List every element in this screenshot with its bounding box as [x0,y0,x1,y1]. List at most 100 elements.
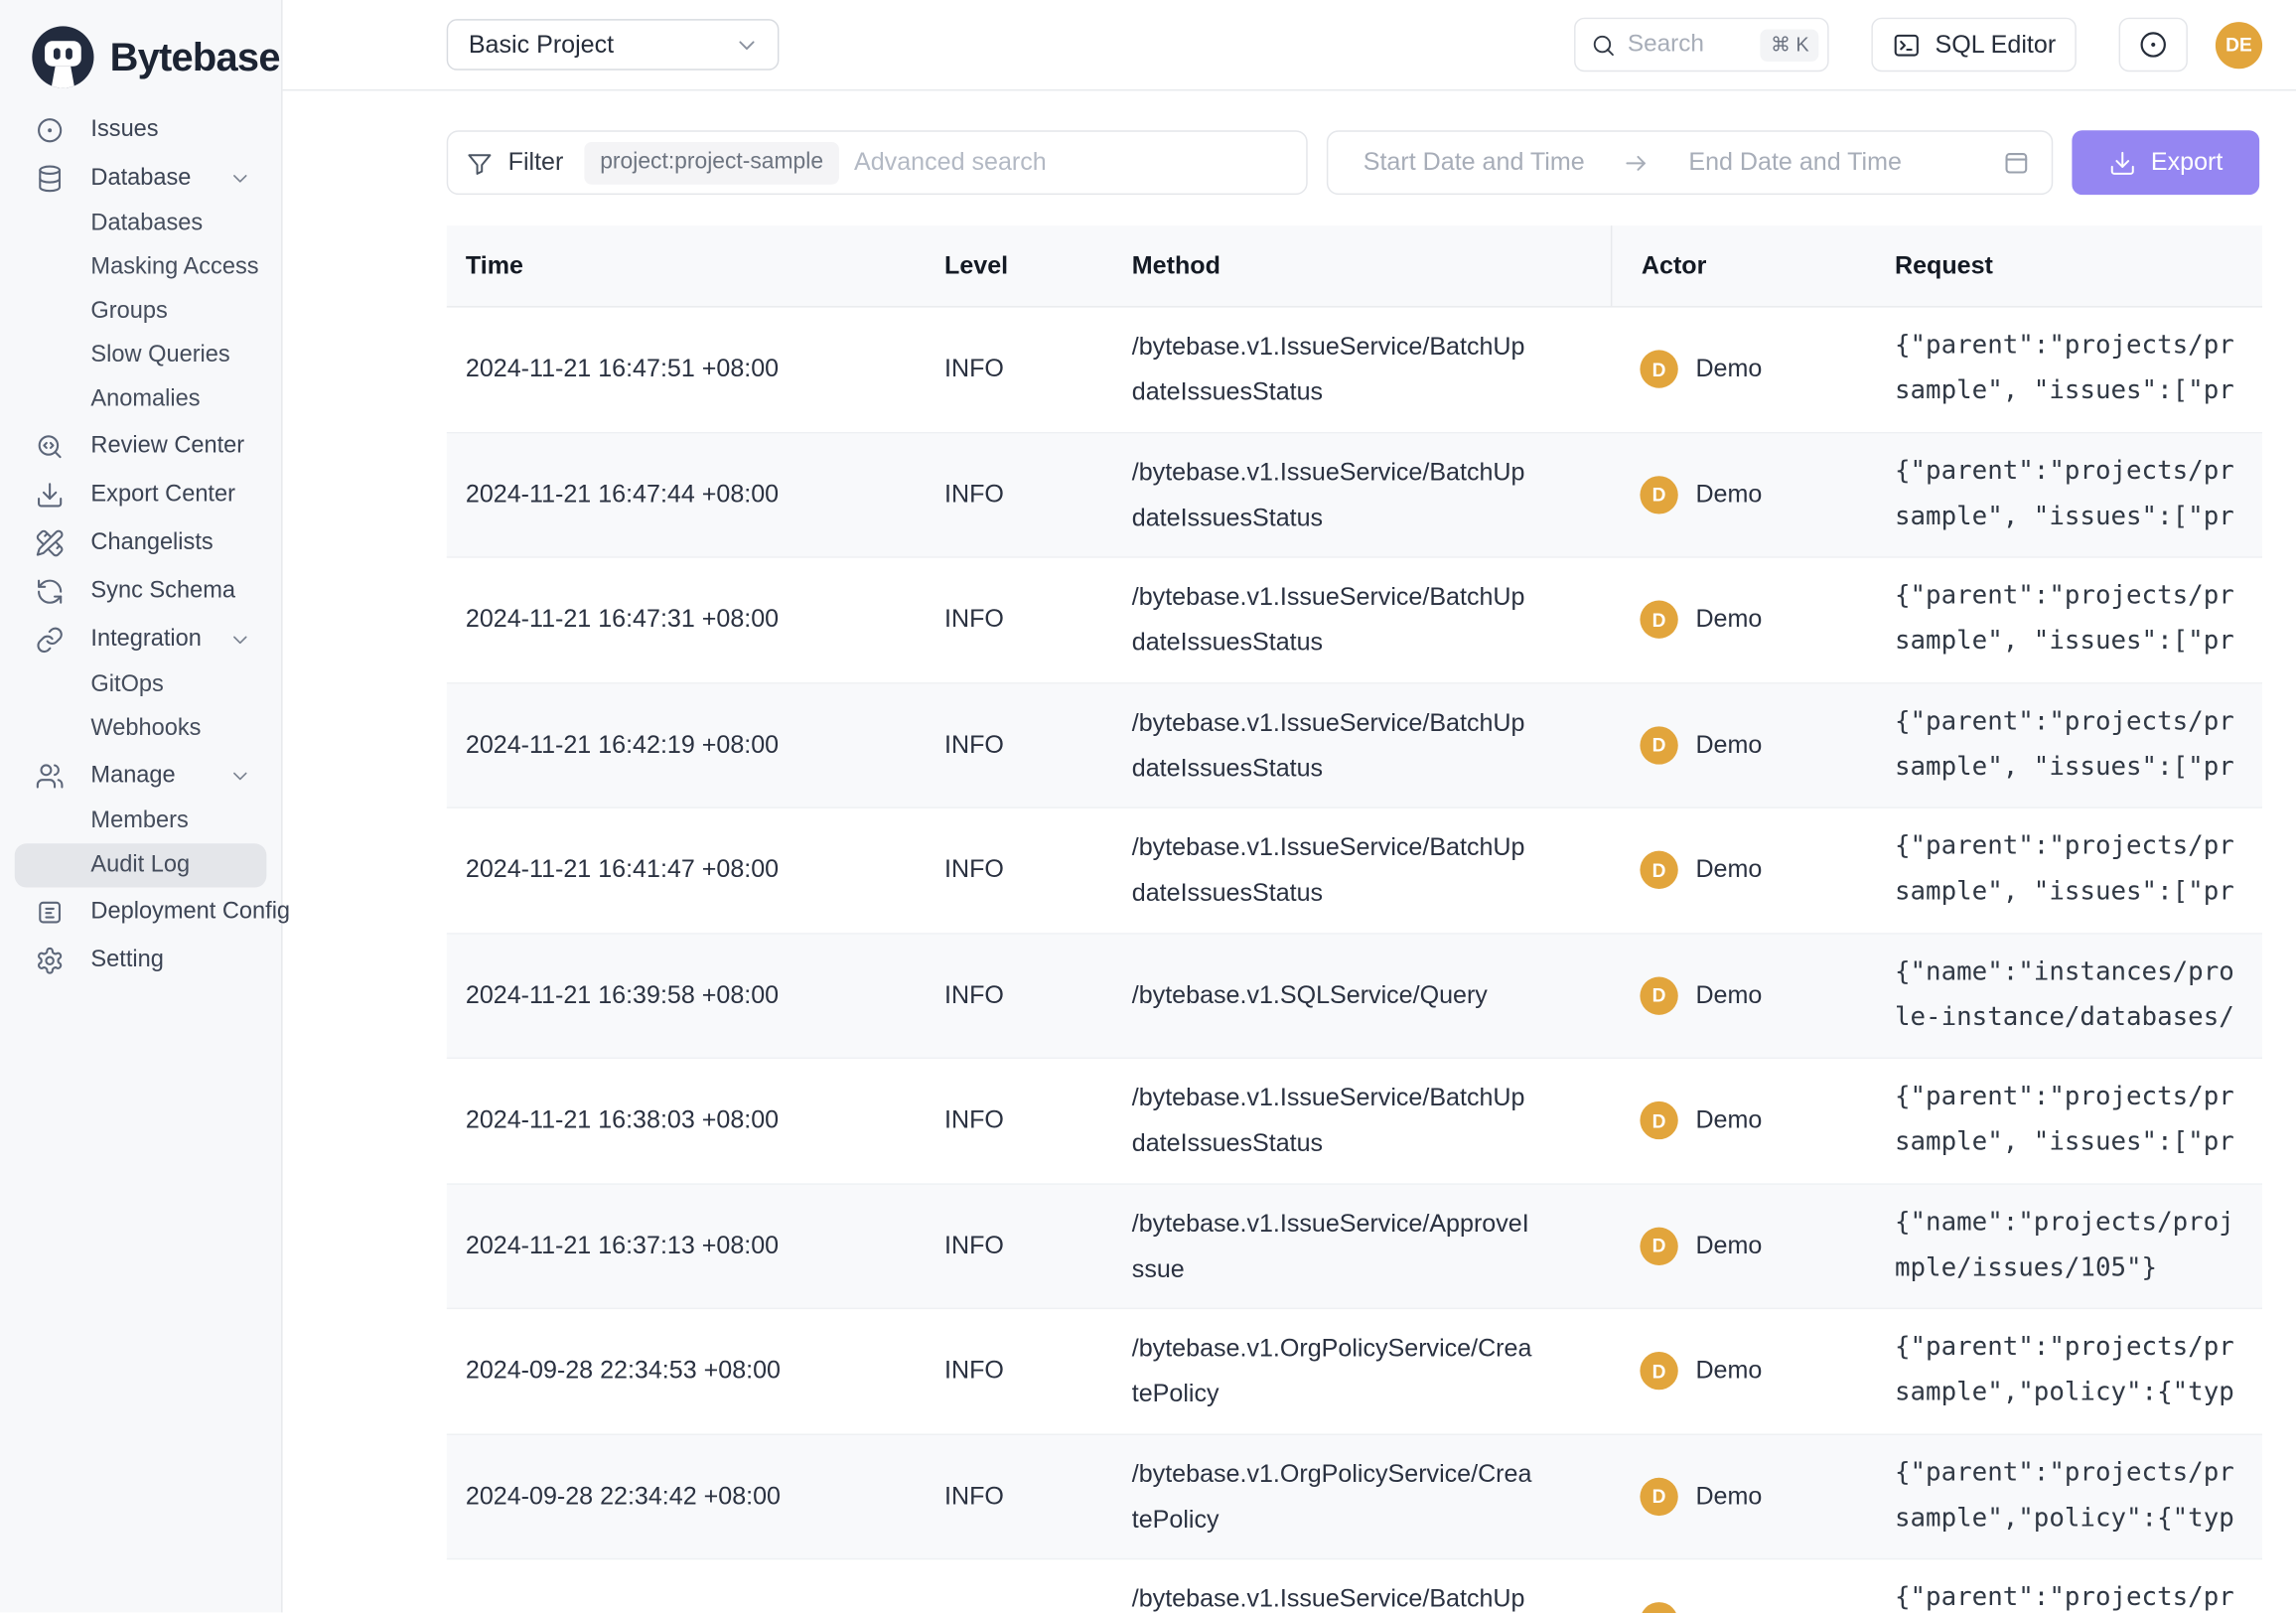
method-cell: /bytebase.v1.IssueService/BatchUpdateIss… [1132,558,1611,682]
end-date-placeholder: End Date and Time [1688,148,1902,177]
sidebar-item-label: Changelists [90,529,213,556]
level-cell: INFO [944,683,1132,807]
table-row[interactable]: /bytebase.v1.IssueService/BatchUpdateIss… [447,1559,2262,1613]
sidebar-item-groups[interactable]: Groups [0,290,281,334]
request-line: {"parent":"projects/pr [1895,574,2234,620]
actor-avatar: D [1640,851,1677,889]
time-value: 2024-11-21 16:47:44 +08:00 [466,480,779,509]
table-row[interactable]: 2024-11-21 16:42:19 +08:00INFO/bytebase.… [447,683,2262,808]
time-value: 2024-11-21 16:38:03 +08:00 [466,1106,779,1135]
table-row[interactable]: 2024-09-28 22:34:42 +08:00INFO/bytebase.… [447,1434,2262,1559]
table-row[interactable]: 2024-11-21 16:47:44 +08:00 INFO/bytebase.… [447,433,2262,558]
column-header-level: Level [944,225,1132,306]
time-value: 2024-11-21 16:47:51 +08:00 [466,355,779,383]
filter-row: Filter project:project-sample Advanced s… [283,90,2296,195]
actor-name: Demo [1695,1106,1762,1135]
sidebar-item-slow-queries[interactable]: Slow Queries [0,334,281,377]
sidebar-item-manage[interactable]: Manage [0,751,281,800]
sidebar-item-export-center[interactable]: Export Center [0,470,281,518]
advanced-search-input[interactable]: Filter project:project-sample Advanced s… [447,130,1308,195]
level-cell: INFO [944,433,1132,557]
table-row[interactable]: 2024-11-21 16:41:47 +08:00INFO/bytebase.… [447,808,2262,934]
table-row[interactable]: 2024-11-21 16:47:51 +08:00INFO/bytebase.… [447,308,2262,433]
project-selector-value: Basic Project [469,30,734,59]
request-line: {"parent":"projects/pr [1895,699,2234,745]
time-value: 2024-11-21 16:47:31 +08:00 [466,605,779,634]
time-cell: 2024-09-28 22:34:53 +08:00 [447,1309,944,1433]
sidebar-item-anomalies[interactable]: Anomalies [0,377,281,421]
level-badge: INFO [944,605,1004,634]
circle-dot-icon-button[interactable] [2119,18,2188,73]
request-cell: {"name":"instances/prole-instance/databa… [1895,934,2262,1058]
request-cell: {"parent":"projects/prsample", "issues":… [1895,683,2262,807]
method-value: /bytebase.v1.IssueService/BatchUpdateIss… [1132,324,1534,414]
sidebar-item-gitops[interactable]: GitOps [0,663,281,707]
link-icon [35,625,64,654]
sidebar-item-databases[interactable]: Databases [0,202,281,245]
brand-name: Bytebase [110,35,280,80]
method-cell: /bytebase.v1.IssueService/BatchUpdateIss… [1132,433,1611,557]
sidebar-item-integration[interactable]: Integration [0,615,281,663]
request-line: {"parent":"projects/pr [1895,1326,2234,1372]
refresh-icon [35,576,64,605]
sidebar-item-members[interactable]: Members [0,800,281,843]
sidebar-item-audit-log[interactable]: Audit Log [15,843,267,887]
bytebase-logo[interactable]: Bytebase [0,0,281,102]
method-value: /bytebase.v1.IssueService/BatchUpdateIss… [1132,1076,1534,1166]
sidebar-item-label: Setting [90,947,163,973]
sidebar-item-review-center[interactable]: Review Center [0,422,281,471]
main-area: Basic Project Search ⌘ K SQL Editor DE [283,0,2296,1612]
sidebar: Bytebase IssuesDatabaseDatabasesMasking … [0,0,283,1612]
actor-name: Demo [1695,1232,1762,1260]
request-cell: {"name":"projects/projmple/issues/105"} [1895,1184,2262,1308]
export-label: Export [2151,148,2223,177]
sidebar-item-masking-access[interactable]: Masking Access [0,246,281,290]
actor-cell: DDemo [1611,934,1895,1058]
export-button[interactable]: Export [2072,130,2259,195]
search-input[interactable]: Search ⌘ K [1575,18,1830,73]
filter-tag-chip[interactable]: project:project-sample [584,141,839,184]
actor-avatar: D [1640,1101,1677,1139]
table-row[interactable]: 2024-09-28 22:34:53 +08:00INFO/bytebase.… [447,1309,2262,1434]
sidebar-nav: IssuesDatabaseDatabasesMasking Access Gro… [0,102,281,984]
sidebar-item-issues[interactable]: Issues [0,105,281,154]
method-value: /bytebase.v1.IssueService/ApproveIssue [1132,1201,1534,1291]
time-cell: 2024-11-21 16:47:51 +08:00 [447,308,944,432]
sidebar-item-deployment-config[interactable]: Deployment Config [0,888,281,937]
level-cell: INFO [944,1434,1132,1558]
chevron-down-icon [734,32,761,59]
user-avatar[interactable]: DE [2216,21,2262,68]
download-icon [2108,149,2136,177]
request-cell: {"parent":"projects/prsample", "issues":… [1895,433,2262,557]
request-line: sample", "issues":["pr [1895,870,2234,916]
sidebar-item-label: Groups [90,299,167,326]
sidebar-item-label: Audit Log [90,852,190,879]
target-icon [35,115,64,144]
time-value: 2024-11-21 16:41:47 +08:00 [466,855,779,884]
request-line: sample","policy":{"typ [1895,1371,2234,1416]
table-row[interactable]: 2024-11-21 16:38:03 +08:00INFO/bytebase.… [447,1059,2262,1184]
table-row[interactable]: 2024-11-21 16:39:58 +08:00INFO/bytebase.… [447,934,2262,1059]
sidebar-item-sync-schema[interactable]: Sync Schema [0,567,281,616]
table-row[interactable]: 2024-11-21 16:37:13 +08:00INFO/bytebase.… [447,1184,2262,1309]
method-cell: /bytebase.v1.OrgPolicyService/CreatePoli… [1132,1434,1611,1558]
request-cell: {"parent":"projects/pr [1895,1559,2262,1613]
request-value: {"parent":"projects/prsample", "issues":… [1895,449,2234,539]
project-selector[interactable]: Basic Project [447,19,780,71]
date-range-picker[interactable]: Start Date and Time End Date and Time [1327,130,2053,195]
audit-table-body: 2024-11-21 16:47:51 +08:00 INFO/bytebase.… [447,308,2262,1613]
sidebar-item-label: Members [90,808,188,835]
actor-name: Demo [1695,605,1762,634]
column-header-time: Time [447,225,944,306]
request-line: {"parent":"projects/pr [1895,1576,2234,1613]
sidebar-item-webhooks[interactable]: Webhooks [0,707,281,751]
time-cell: 2024-11-21 16:38:03 +08:00 [447,1059,944,1183]
chevron-down-icon [228,166,252,190]
sidebar-item-database[interactable]: Database [0,154,281,203]
actor-name: Demo [1695,730,1762,759]
sql-editor-button[interactable]: SQL Editor [1872,18,2077,73]
request-value: {"parent":"projects/prsample", "issues":… [1895,1076,2234,1166]
table-row[interactable]: 2024-11-21 16:47:31 +08:00 INFO/bytebase.… [447,558,2262,683]
sidebar-item-changelists[interactable]: Changelists [0,518,281,567]
sidebar-item-setting[interactable]: Setting [0,936,281,984]
